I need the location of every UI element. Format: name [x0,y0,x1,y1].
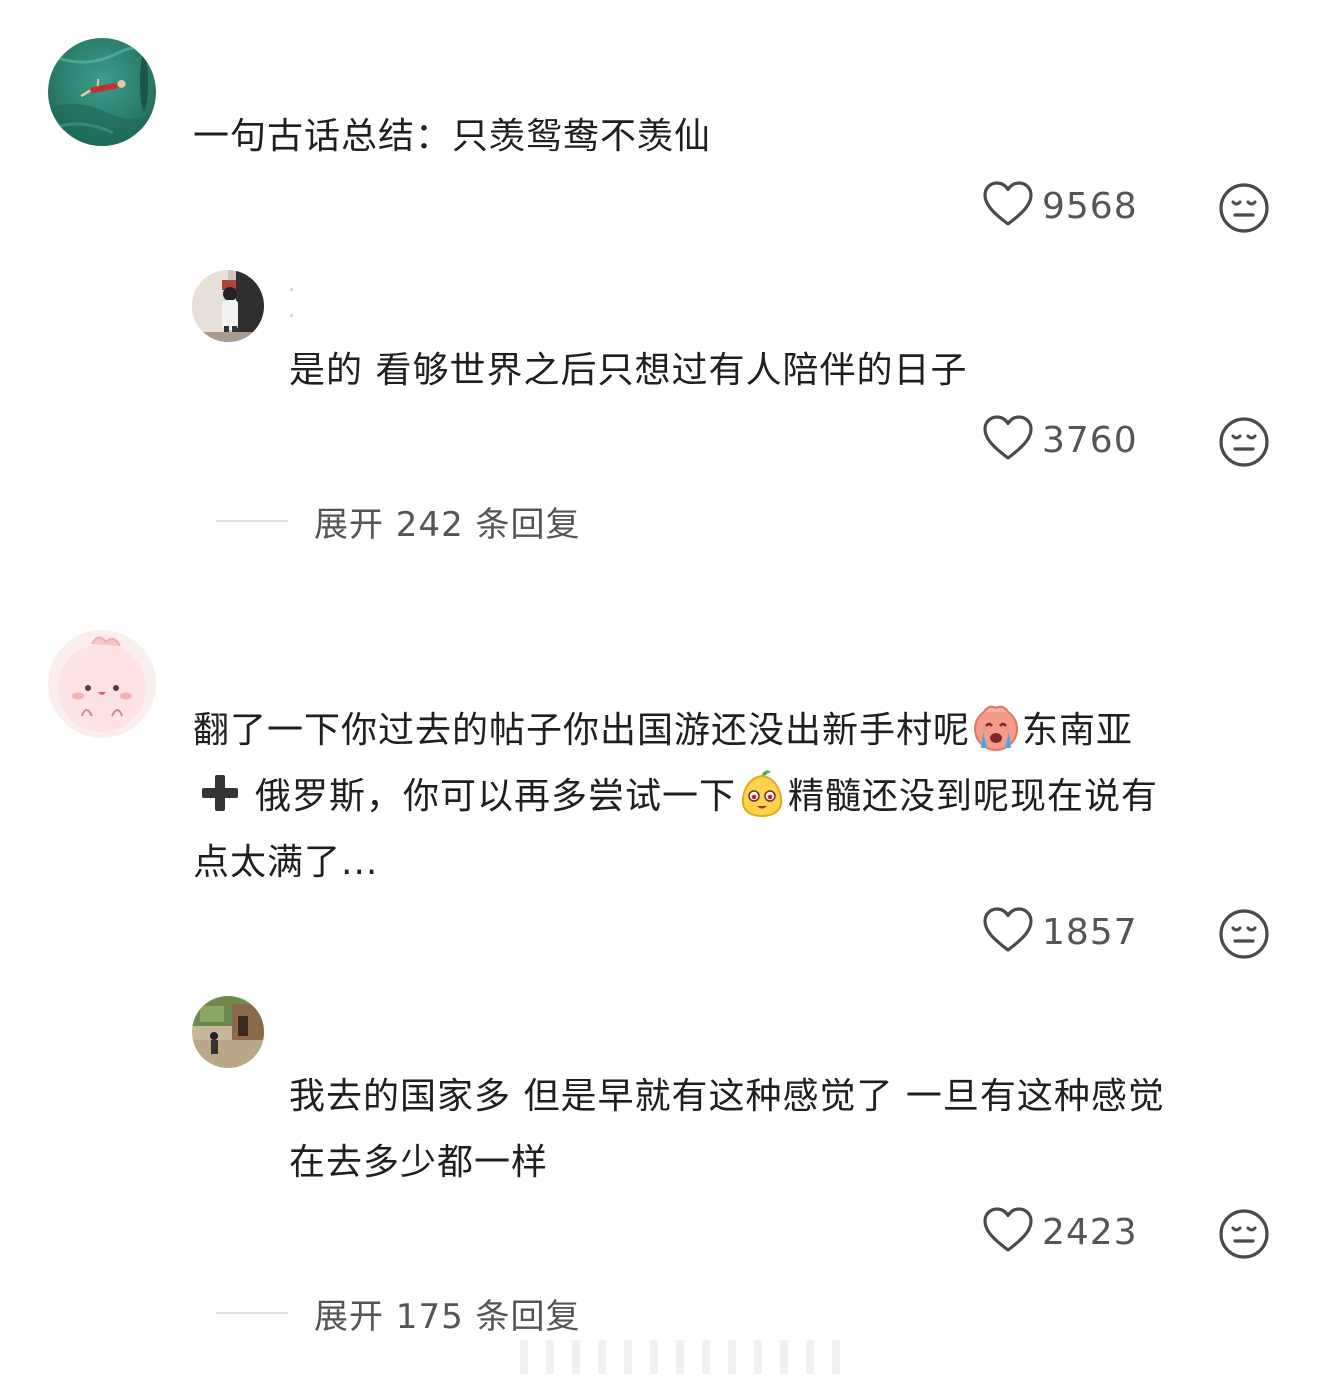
text-segment: 俄罗斯，你可以再多尝试一下 [255,776,737,817]
crying-emoji [971,702,1021,752]
comment-line: 俄罗斯，你可以再多尝试一下 精髓还没到呢现在说有 [193,764,1158,830]
like-button[interactable]: 1857 [982,906,1138,958]
heart-outline-icon [982,906,1034,958]
reply-line: 在去多少都一样 [289,1142,549,1183]
heart-outline-icon [982,414,1034,466]
like-button[interactable]: 2423 [982,1206,1138,1258]
watermark [520,1340,840,1374]
reply-text: 我去的国家多 但是早就有这种感觉了 一旦有这种感觉 在去多少都一样 [289,1064,1165,1196]
like-count: 3760 [1042,419,1138,461]
expand-replies-button[interactable]: 展开 175 条回复 [216,1288,581,1338]
avatar[interactable] [192,270,264,342]
dislike-button[interactable] [1218,908,1270,960]
text-segment: 精髓还没到呢现在说有 [788,776,1159,817]
like-button[interactable]: 9568 [982,180,1138,232]
comment-text: 一句古话总结：只羡鸳鸯不羡仙 [193,104,711,170]
expand-replies-label: 展开 175 条回复 [314,1296,581,1337]
smiling-pear-emoji [737,768,787,818]
avatar[interactable] [192,996,264,1068]
comment-line: 翻了一下你过去的帖子你出国游还没出新手村呢 东南亚 [193,698,1158,764]
text-segment: 点太满了... [193,842,379,883]
dislike-button[interactable] [1218,1208,1270,1260]
comment-line: 一句古话总结：只羡鸳鸯不羡仙 [193,116,712,157]
dislike-button[interactable] [1218,416,1270,468]
divider [216,520,288,522]
reply-line: 是的 看够世界之后只想过有人陪伴的日子 [289,350,968,391]
divider [216,1312,288,1314]
comment-text: 翻了一下你过去的帖子你出国游还没出新手村呢 东南亚 俄罗斯，你可以再多尝试一下 精髓… [193,698,1158,896]
text-segment: 东南亚 [1022,710,1134,751]
reply-text: 是的 看够世界之后只想过有人陪伴的日子 [289,338,967,404]
comment-line: 点太满了... [193,830,1158,896]
like-count: 1857 [1042,911,1138,953]
like-count: 2423 [1042,1211,1138,1253]
neutral-face-icon [1218,416,1270,468]
avatar[interactable] [48,38,156,146]
text-segment: 翻了一下你过去的帖子你出国游还没出新手村呢 [193,710,971,751]
dislike-button[interactable] [1218,182,1270,234]
heavy-plus-icon [199,772,241,814]
heart-outline-icon [982,1206,1034,1258]
like-count: 9568 [1042,185,1138,227]
neutral-face-icon [1218,182,1270,234]
expand-replies-label: 展开 242 条回复 [314,504,581,545]
like-button[interactable]: 3760 [982,414,1138,466]
expand-replies-button[interactable]: 展开 242 条回复 [216,496,581,546]
avatar[interactable] [48,630,156,738]
neutral-face-icon [1218,1208,1270,1260]
neutral-face-icon [1218,908,1270,960]
reply-line: 我去的国家多 但是早就有这种感觉了 一旦有这种感觉 [289,1076,1165,1117]
heart-outline-icon [982,180,1034,232]
